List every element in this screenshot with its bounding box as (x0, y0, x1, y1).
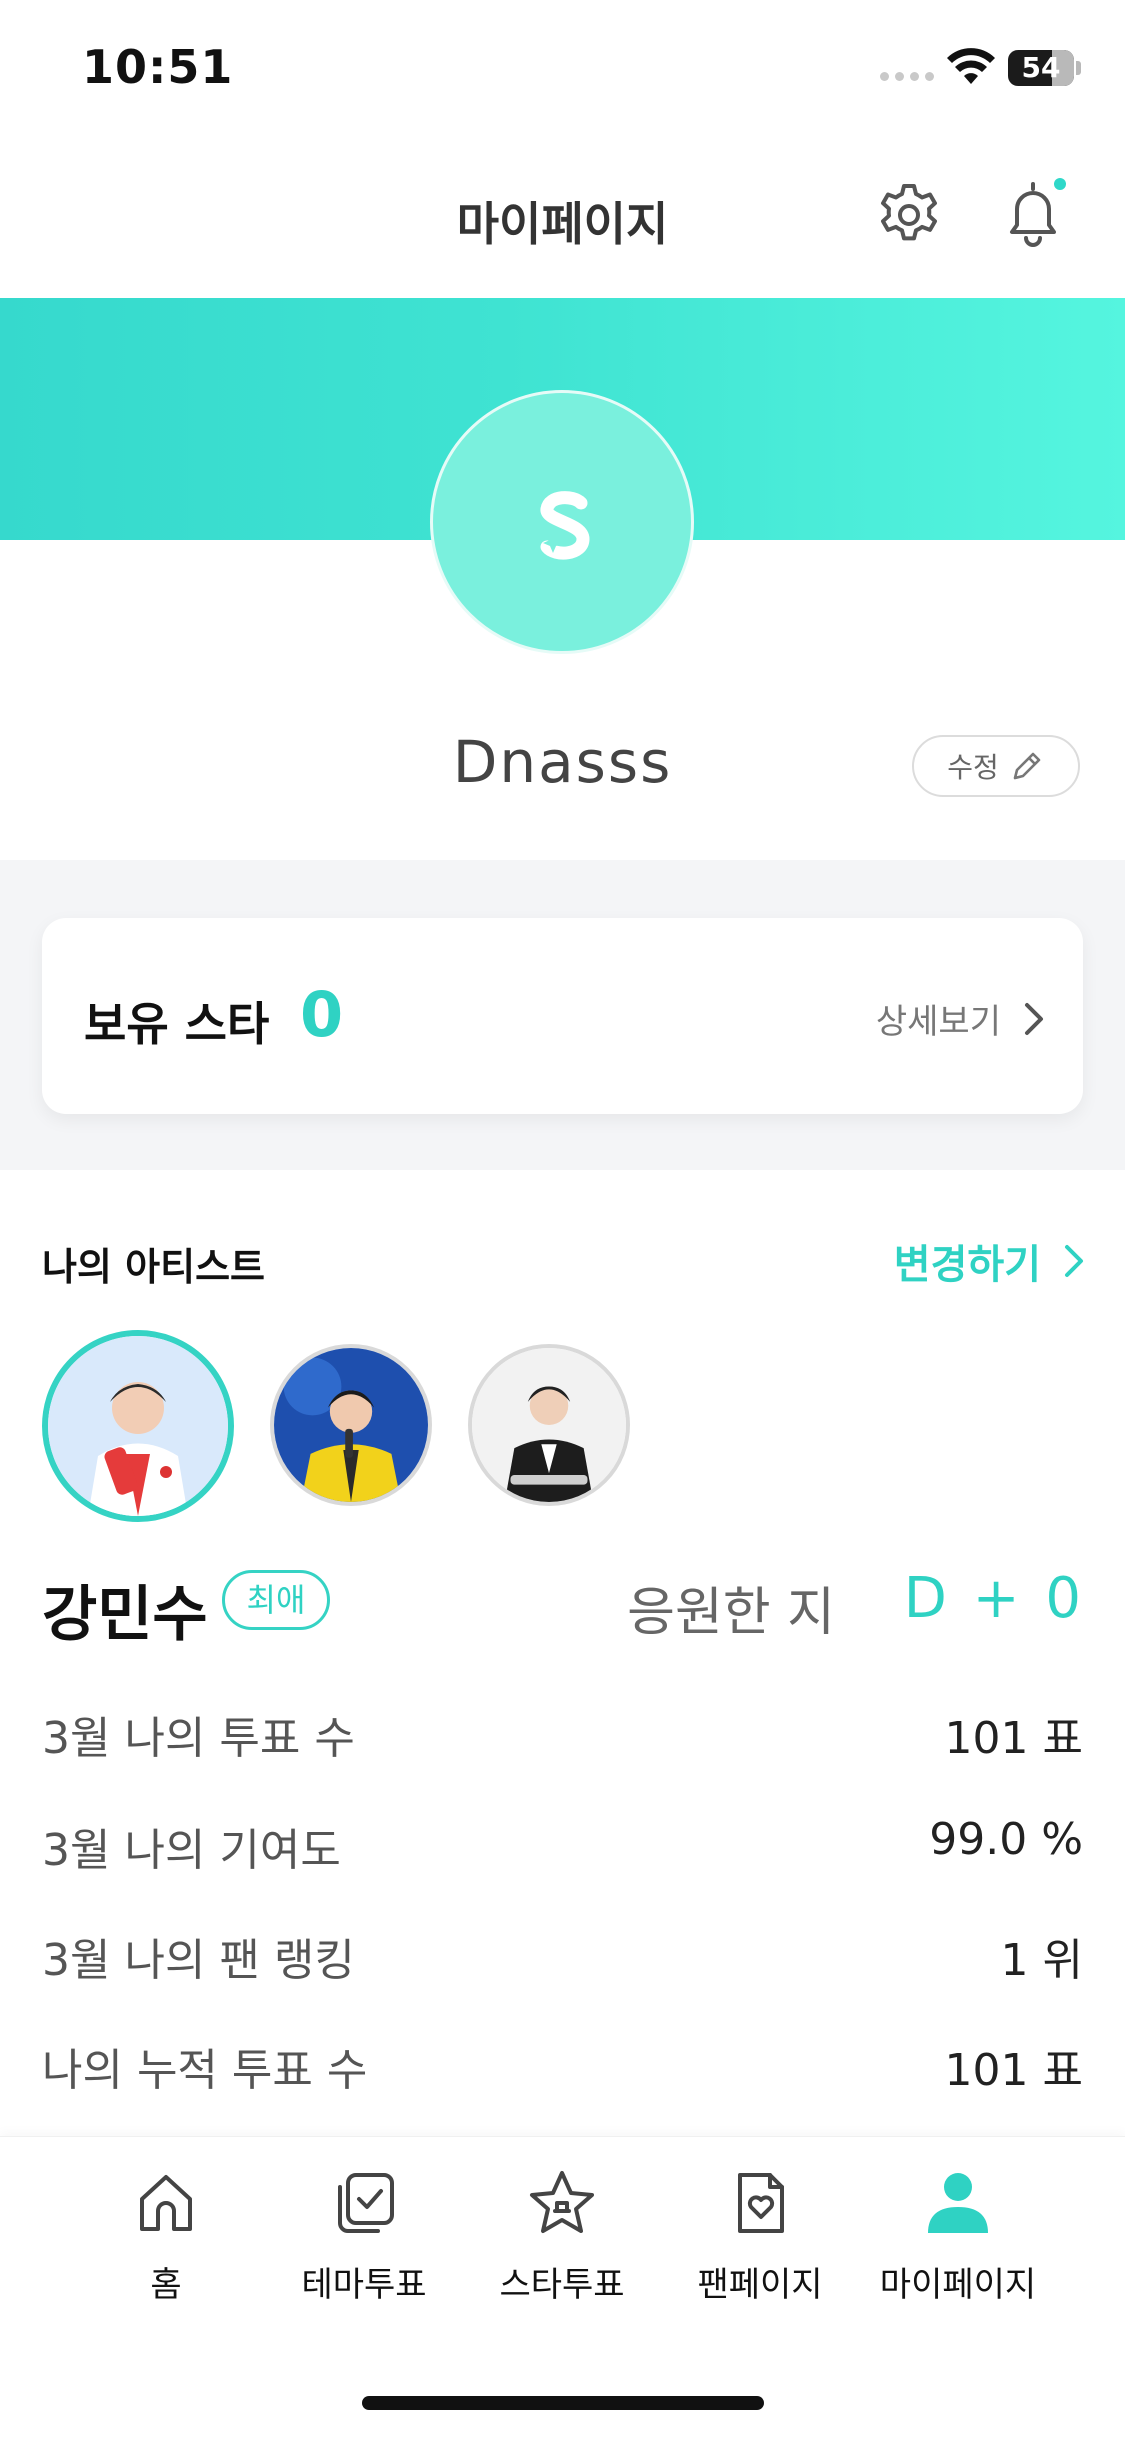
fan-page-icon (738, 2173, 784, 2233)
header: 마이페이지 (0, 140, 1125, 300)
tab-label: 홈 (150, 2265, 182, 2305)
stat-value: 1 위 (1000, 1935, 1083, 1986)
stat-label: 3월 나의 기여도 (42, 1825, 341, 1876)
artist-photo (274, 1348, 428, 1502)
stat-label: 3월 나의 팬 랭킹 (42, 1935, 355, 1986)
stat-value: 99.0 % (929, 1814, 1083, 1865)
stat-row: 3월 나의 팬 랭킹 1 위 (42, 1924, 1083, 2004)
status-bar: 10:51 54 (0, 0, 1125, 140)
artist-photo (48, 1336, 228, 1516)
home-indicator (362, 2396, 764, 2410)
star-count: 0 (300, 978, 344, 1051)
bottom-tab-bar: 홈 테마투표 스타투표 팬페이지 마이페이지 (0, 2136, 1125, 2437)
stat-value: 101 표 (944, 2045, 1083, 2096)
artist-avatar-selected[interactable] (42, 1330, 234, 1522)
detail-label: 상세보기 (875, 1002, 1001, 1042)
tab-label: 팬페이지 (697, 2265, 823, 2305)
tab-label: 스타투표 (499, 2265, 625, 2305)
chevron-right-icon (1025, 1002, 1043, 1035)
favorite-badge: 최애 (222, 1570, 330, 1630)
theme-vote-icon (338, 2173, 394, 2233)
star-card[interactable]: 보유 스타 0 상세보기 (42, 918, 1083, 1114)
artist-name: 강민수 (42, 1580, 208, 1650)
status-time: 10:51 (82, 40, 234, 94)
stat-value: 101 표 (944, 1713, 1083, 1764)
edit-label: 수정 (947, 751, 999, 784)
app-logo-icon (540, 491, 590, 560)
star-detail-link[interactable]: 상세보기 (876, 994, 1045, 1043)
signal-icon (880, 72, 934, 81)
notification-dot (1054, 178, 1066, 190)
gear-icon[interactable] (874, 180, 944, 250)
change-artist-link[interactable]: 변경하기 (894, 1232, 1085, 1290)
support-label: 응원한 지 (627, 1583, 835, 1643)
tab-label: 테마투표 (301, 2265, 427, 2305)
artist-avatar[interactable] (270, 1344, 432, 1506)
star-section: 보유 스타 0 상세보기 (0, 860, 1125, 1170)
pencil-icon (1013, 752, 1041, 780)
change-label: 변경하기 (893, 1242, 1041, 1288)
battery-icon: 54 (1008, 50, 1074, 86)
tab-my-page[interactable]: 마이페이지 (858, 2167, 1058, 2317)
stat-label: 3월 나의 투표 수 (42, 1713, 355, 1764)
my-page-icon (928, 2173, 988, 2233)
page-title: 마이페이지 (456, 197, 669, 251)
artists-section-title: 나의 아티스트 (42, 1245, 265, 1289)
edit-profile-button[interactable]: 수정 (912, 735, 1080, 797)
stat-label: 나의 누적 투표 수 (42, 2045, 368, 2096)
artist-avatar[interactable] (468, 1344, 630, 1506)
tab-star-vote[interactable]: 스타투표 (462, 2167, 662, 2317)
tab-label: 마이페이지 (879, 2265, 1037, 2305)
stat-row: 3월 나의 기여도 99.0 % (42, 1814, 1083, 1894)
chevron-right-icon (1065, 1245, 1083, 1277)
star-label: 보유 스타 (84, 997, 270, 1051)
star-vote-icon (530, 2171, 594, 2233)
tab-fan-page[interactable]: 팬페이지 (660, 2167, 860, 2317)
profile-avatar[interactable] (430, 390, 694, 654)
battery-level: 54 (1021, 51, 1061, 84)
tab-home[interactable]: 홈 (66, 2167, 266, 2317)
wifi-icon (947, 48, 995, 84)
tab-theme-vote[interactable]: 테마투표 (264, 2167, 464, 2317)
support-days: D + 0 (903, 1566, 1085, 1631)
artist-photo (472, 1348, 626, 1502)
stat-row: 3월 나의 투표 수 101 표 (42, 1702, 1083, 1782)
home-icon (140, 2175, 192, 2231)
stat-row: 나의 누적 투표 수 101 표 (42, 2034, 1083, 2114)
